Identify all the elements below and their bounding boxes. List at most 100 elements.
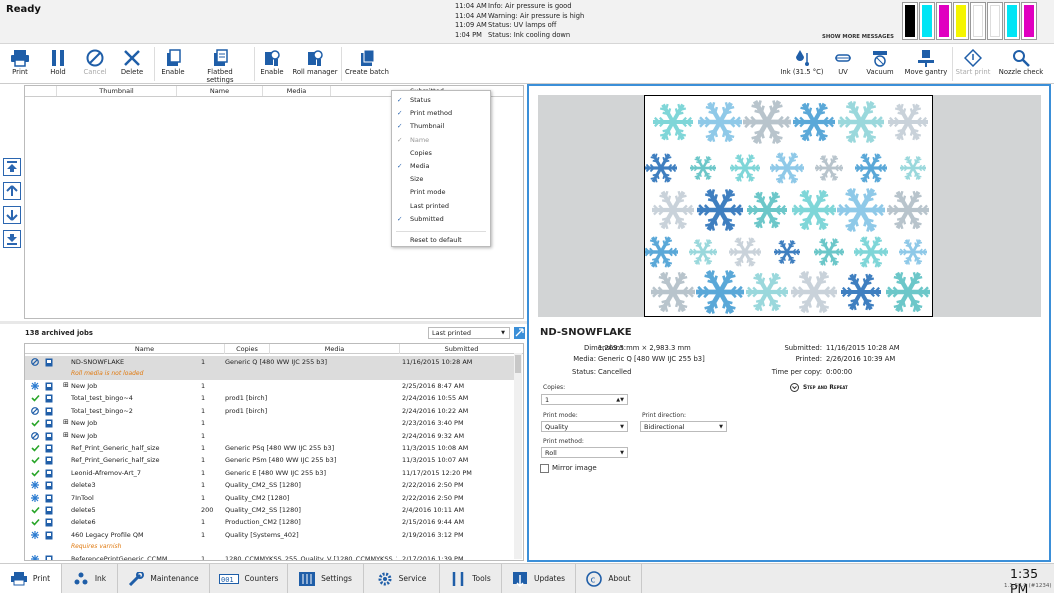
copies-spinner[interactable]: 1 ▲▼ [541,394,628,405]
ink-cartridge[interactable] [953,2,969,40]
step-and-repeat-toggle[interactable]: Step and Repeat [790,383,848,392]
print-button[interactable]: Print [4,48,36,76]
ink-cartridge[interactable] [1021,2,1037,40]
menu-item-submitted[interactable]: ✓ Submitted [392,213,490,226]
col-submitted[interactable]: Submitted [400,344,523,354]
menu-item-size[interactable]: Size [392,173,490,186]
menu-item-media[interactable]: ✓ Media [392,160,490,173]
table-row[interactable]: delete3 1 Quality_CM2_SS [1280] 2/22/2016 2… [25,479,515,491]
move-to-top-button[interactable] [3,158,21,176]
print-direction-select[interactable]: Bidirectional ▼ [640,421,727,432]
expand-icon[interactable]: ⊞ [63,431,69,439]
tab-label: Updates [533,574,566,583]
table-row[interactable]: ND-SNOWFLAKE 1 Generic Q [480 WW IJC 255 b… [25,356,515,380]
table-row[interactable]: ⊞ New Job 1 2/25/2016 8:47 AM [25,380,515,392]
hold-button[interactable]: Hold [44,48,72,76]
start-print-button[interactable]: Start print [955,48,991,76]
reset-to-default-item[interactable]: Reset to default [392,234,490,247]
ink-cartridge[interactable] [970,2,986,40]
spinner-icon[interactable]: ▲▼ [616,395,624,405]
tab-service[interactable]: Service [364,564,440,593]
table-row[interactable]: ⊞ New Job 1 2/23/2016 3:40 PM [25,417,515,429]
flatbed-settings-button[interactable]: Flatbed settings [193,48,247,84]
col-name[interactable]: Name [65,344,225,354]
menu-item-name[interactable]: ✓ Name [392,134,490,147]
ink-cartridge[interactable] [1004,2,1020,40]
message-text: Warning: Air pressure is high [488,11,585,20]
cell-copies: 1 [201,382,206,390]
ink-button[interactable]: Ink (31.5 °C) [780,48,824,76]
print-mode-select[interactable]: Quality ▼ [541,421,628,432]
table-row[interactable]: Total_test_bingo~2 1 prod1 [birch] 2/24/201… [25,405,515,417]
table-row[interactable]: ReferencePrintGeneric_CCMM 1 1280_CCMMYKSS… [25,553,515,560]
table-row[interactable]: Ref_Print_Generic_half_size 1 Generic PSq … [25,442,515,454]
menu-item-last-printed[interactable]: Last printed [392,200,490,213]
move-to-bottom-button[interactable] [3,230,21,248]
show-more-messages-link[interactable]: SHOW MORE MESSAGES [822,34,894,40]
job-file-icon [45,394,53,405]
menu-item-print-mode[interactable]: Print mode [392,186,490,199]
menu-item-copies[interactable]: Copies [392,147,490,160]
vacuum-button[interactable]: Vacuum [863,48,897,76]
table-row[interactable]: Leonid-Afremov-Art_7 1 Generic E [480 WW I… [25,467,515,479]
roll-manager-button[interactable]: Roll manager [292,48,338,76]
uv-button[interactable]: UV [830,48,856,76]
tab-counters[interactable]: 001 Counters [210,564,288,593]
col-media[interactable]: Media [263,86,331,96]
completed-status-icon [31,518,40,528]
snowflake-shape [899,239,927,265]
create-batch-button[interactable]: Create batch [345,48,389,76]
menu-item-print-method[interactable]: ✓ Print method [392,107,490,120]
cell-copies: 1 [201,444,206,452]
tab-about[interactable]: c About [576,564,642,593]
tab-settings[interactable]: Settings [288,564,364,593]
delete-button[interactable]: Delete [117,48,147,76]
table-row[interactable]: 460 Legacy Profile QM 1 Quality [Systems_4… [25,529,515,553]
message-log[interactable]: 11:04 AM Info: Air pressure is good 11:04… [455,2,584,40]
snowflake-shape [746,272,788,312]
sort-direction-button[interactable] [514,327,525,339]
table-row[interactable]: Ref_Print_Generic_half_size 1 Generic PSm … [25,454,515,466]
archived-scrollbar[interactable] [514,353,522,559]
ink-cartridge[interactable] [902,2,918,40]
menu-item-status[interactable]: ✓ Status [392,94,490,107]
nozzle-check-button[interactable]: Nozzle check [998,48,1044,76]
expand-icon[interactable]: ⊞ [63,418,69,426]
archived-table-header: Name Copies Media Submitted [25,344,523,354]
mirror-image-checkbox[interactable] [540,464,549,473]
table-row[interactable]: delete6 1 Production_CM2 [1280] 2/15/2016 9… [25,516,515,528]
menu-item-thumbnail[interactable]: ✓ Thumbnail [392,120,490,133]
table-row[interactable]: delete5 200 Quality_CM2_SS [1280] 2/4/2016 … [25,504,515,516]
tab-updates[interactable]: Updates [502,564,576,593]
col-media[interactable]: Media [270,344,400,354]
column-context-menu[interactable]: ✓ Status ✓ Print method ✓ Thumbnail ✓ Name Copie… [391,90,491,247]
cell-submitted: 11/17/2015 12:20 PM [402,468,472,477]
scrollbar-thumb[interactable] [515,355,521,373]
expand-icon[interactable]: ⊞ [63,381,69,389]
table-row[interactable]: ⊞ New Job 1 2/24/2016 9:32 AM [25,430,515,442]
col-name[interactable]: Name [177,86,263,96]
ink-levels[interactable] [902,2,1037,41]
tab-tools[interactable]: Tools [440,564,502,593]
archived-jobs-table[interactable]: Name Copies Media Submitted ND-SNOWFLAKE… [24,343,524,561]
move-down-button[interactable] [3,206,21,224]
tab-maintenance[interactable]: Maintenance [118,564,210,593]
tab-print[interactable]: Print [0,564,62,593]
table-row[interactable]: Total_test_bingo~4 1 prod1 [birch] 2/24/201… [25,392,515,404]
flatbed-enable-button[interactable]: Enable [158,48,188,76]
sort-select[interactable]: Last printed ▼ [428,327,510,339]
tab-ink[interactable]: Ink [62,564,118,593]
roll-enable-button[interactable]: Enable [257,48,287,76]
move-up-button[interactable] [3,182,21,200]
table-row[interactable]: 7InTool 1 Quality_CM2 [1280] 2/22/2016 2:50… [25,492,515,504]
move-gantry-button[interactable]: Move gantry [903,48,949,76]
print-method-select[interactable]: Roll ▼ [541,447,628,458]
ink-cartridge[interactable] [919,2,935,40]
cancel-button[interactable]: Cancel [80,48,110,76]
ink-cartridge[interactable] [987,2,1003,40]
roll-manager-label: Roll manager [292,68,338,76]
col-copies[interactable]: Copies [225,344,270,354]
pane-splitter[interactable] [0,321,527,324]
col-thumbnail[interactable]: Thumbnail [57,86,177,96]
ink-cartridge[interactable] [936,2,952,40]
